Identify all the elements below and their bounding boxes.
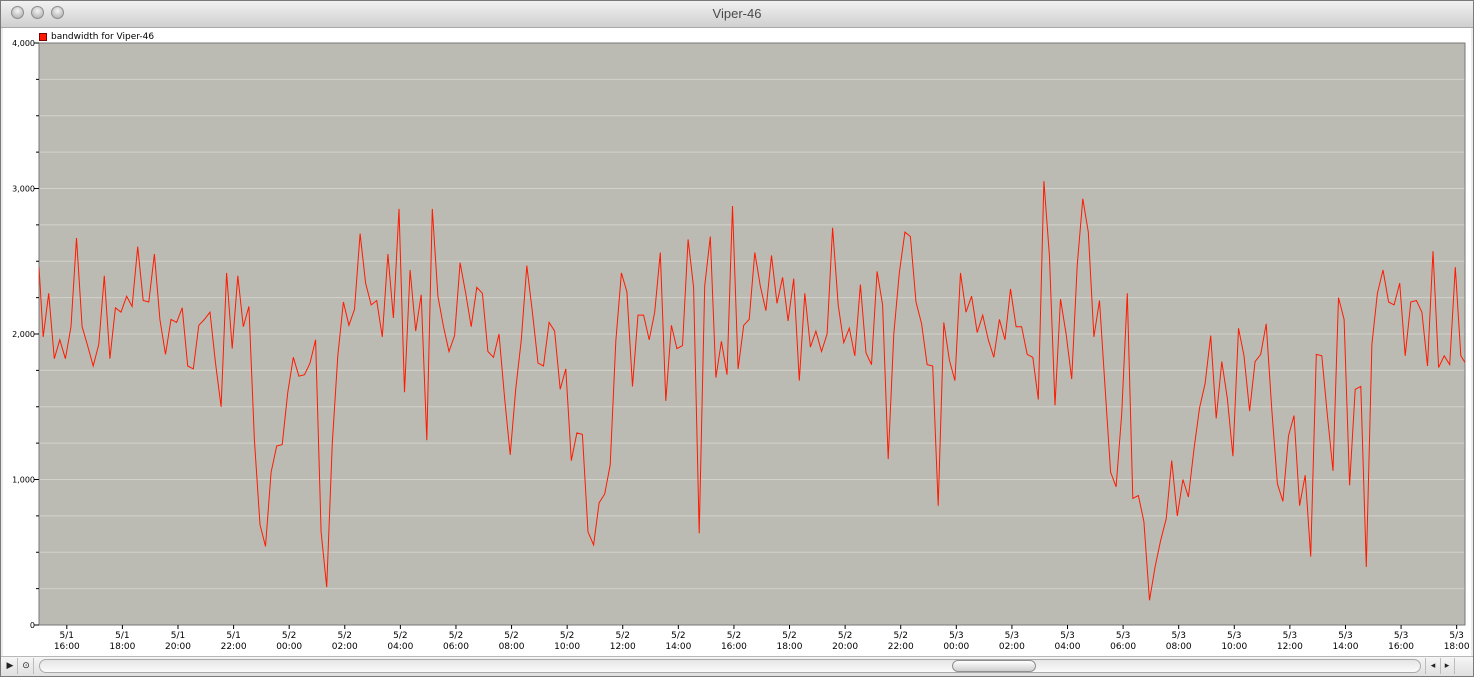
scroll-right-icon[interactable]: ▸ [1440,658,1455,674]
x-tick-date-label: 5/3 [1449,631,1463,641]
y-tick-label: 3,000 [12,185,35,194]
y-tick-label: 2,000 [12,330,35,339]
x-tick-time-label: 18:00 [1444,642,1470,652]
x-tick-date-label: 5/2 [282,631,296,641]
horizontal-scrollbar[interactable]: ▶ ⊙ ◂ ▸ [1,656,1473,676]
x-tick-date-label: 5/2 [393,631,407,641]
x-tick-date-label: 5/3 [1005,631,1019,641]
x-tick-date-label: 5/1 [115,631,129,641]
scroll-left-icon[interactable]: ◂ [1425,658,1441,674]
x-tick-time-label: 02:00 [999,642,1025,652]
x-tick-time-label: 06:00 [443,642,469,652]
play-icon[interactable]: ▶ [3,658,18,674]
x-tick-time-label: 18:00 [109,642,135,652]
x-tick-time-label: 20:00 [832,642,858,652]
x-tick-time-label: 14:00 [1333,642,1359,652]
x-tick-time-label: 10:00 [554,642,580,652]
x-tick-date-label: 5/2 [338,631,352,641]
chart-window: Viper-46 bandwidth for Viper-46 0 1,000 2,… [0,0,1474,677]
x-tick-time-label: 08:00 [1166,642,1192,652]
x-tick-date-label: 5/3 [949,631,963,641]
x-tick-date-label: 5/2 [560,631,574,641]
x-tick-time-label: 08:00 [499,642,525,652]
x-tick-date-label: 5/3 [1171,631,1185,641]
title-bar: Viper-46 [1,1,1473,28]
scroll-track[interactable] [39,659,1421,673]
x-tick-time-label: 20:00 [165,642,191,652]
x-tick-time-label: 04:00 [387,642,413,652]
x-tick-date-label: 5/2 [504,631,518,641]
x-tick-time-label: 16:00 [721,642,747,652]
x-tick-date-label: 5/2 [838,631,852,641]
x-tick-time-label: 22:00 [221,642,247,652]
x-tick-time-label: 00:00 [943,642,969,652]
chart-panel: bandwidth for Viper-46 0 1,000 2,000 3,000 4… [3,28,1471,656]
x-tick-date-label: 5/3 [1394,631,1408,641]
x-tick-date-label: 5/2 [727,631,741,641]
bandwidth-chart: 01,0002,0003,0004,0005/116:005/118:005/1… [12,39,1470,652]
x-tick-time-label: 02:00 [332,642,358,652]
x-tick-date-label: 5/2 [671,631,685,641]
x-tick-date-label: 5/2 [616,631,630,641]
x-tick-time-label: 12:00 [1277,642,1303,652]
x-tick-time-label: 04:00 [1055,642,1081,652]
zoom-icon[interactable]: ⊙ [19,658,34,674]
x-tick-time-label: 06:00 [1110,642,1136,652]
y-tick-label: 4,000 [12,39,35,48]
x-tick-date-label: 5/2 [782,631,796,641]
x-tick-date-label: 5/2 [893,631,907,641]
y-tick-label: 1,000 [12,476,35,485]
x-tick-time-label: 16:00 [1388,642,1414,652]
x-tick-date-label: 5/2 [449,631,463,641]
x-tick-date-label: 5/3 [1060,631,1074,641]
y-tick-label: 0 [30,621,35,630]
x-tick-date-label: 5/1 [60,631,74,641]
x-tick-time-label: 22:00 [888,642,914,652]
x-tick-date-label: 5/3 [1227,631,1241,641]
x-tick-date-label: 5/3 [1283,631,1297,641]
scroll-thumb[interactable] [952,660,1036,672]
x-tick-date-label: 5/3 [1338,631,1352,641]
x-tick-time-label: 00:00 [276,642,302,652]
x-tick-time-label: 10:00 [1221,642,1247,652]
x-tick-time-label: 18:00 [777,642,803,652]
x-tick-time-label: 14:00 [665,642,691,652]
x-tick-date-label: 5/1 [171,631,185,641]
x-tick-time-label: 16:00 [54,642,80,652]
x-tick-date-label: 5/1 [226,631,240,641]
window-title: Viper-46 [712,6,762,21]
x-tick-date-label: 5/3 [1116,631,1130,641]
x-tick-time-label: 12:00 [610,642,636,652]
